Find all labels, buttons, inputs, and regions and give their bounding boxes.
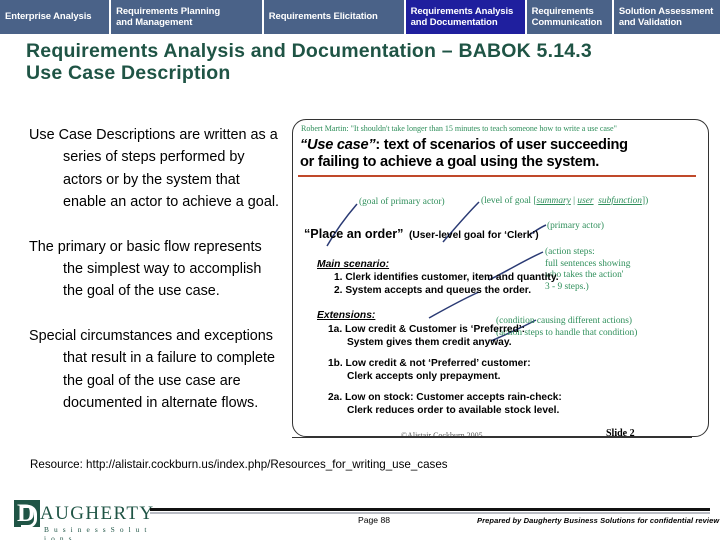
logo-wordmark: AUGHERTY	[40, 503, 155, 524]
annotation-level-prefix: (level of goal [	[481, 196, 537, 206]
main-scenario-label: Main scenario:	[317, 259, 390, 270]
resource-link[interactable]: Resource: http://alistair.cockburn.us/in…	[30, 458, 448, 471]
annotation-goal-of-primary-actor: (goal of primary actor)	[359, 197, 445, 207]
diagram-headline-line2: or failing to achieve a goal using the s…	[300, 154, 600, 170]
nav-tab-requirements-planning-and-management[interactable]: Requirements Planning and Management	[111, 0, 262, 34]
nav-tab-label: Requirements Analysis	[410, 5, 514, 17]
body-paragraph-2: The primary or basic flow represents the…	[29, 238, 262, 300]
extension-1a-substep: System gives them credit anyway.	[347, 337, 512, 348]
logo-tagline: B u s i n e s s S o l u t i o n s	[44, 525, 149, 540]
annotation-level-subfunction: subfunction	[598, 196, 642, 206]
footer-rule-dark	[150, 508, 710, 511]
extensions-label: Extensions:	[317, 310, 376, 321]
usecase-name: “Place an order”	[304, 227, 404, 241]
extension-2a: 2a. Low on stock: Customer accepts rain-…	[328, 392, 562, 403]
page-number: Page 88	[358, 515, 391, 525]
nav-tab-label-2: and Validation	[618, 17, 682, 28]
slide-title-line1: Requirements Analysis and Documentation …	[26, 40, 592, 62]
diagram-underline-rule	[298, 175, 696, 178]
nav-tab-requirements-analysis-and-documentation[interactable]: Requirements Analysis and Documentation	[405, 0, 525, 34]
use-case-template-diagram: Robert Martin: "It shouldn't take longer…	[292, 119, 709, 437]
nav-tab-label: Requirements Planning	[116, 5, 221, 17]
nav-tab-label: Solution Assessment	[618, 5, 714, 17]
slide-canvas: Enterprise Analysis Requirements Plannin…	[0, 0, 720, 540]
daugherty-logo: D AUGHERTY B u s i n e s s S o l u t i o…	[14, 500, 153, 540]
annotation-level-summary: summary	[536, 196, 571, 206]
annotation-action-steps-line4: 3 - 9 steps.)	[545, 281, 589, 292]
body-paragraph-1: Use Case Descriptions are written as a s…	[29, 127, 280, 211]
logo-letter: D	[17, 500, 36, 527]
annotation-level-of-goal: (level of goal [summary | user subfuncti…	[481, 196, 648, 208]
nav-tab-label: Enterprise Analysis	[5, 11, 92, 23]
extension-1a: 1a. Low credit & Customer is ‘Preferred’…	[328, 324, 526, 335]
slide-title: Requirements Analysis and Documentation …	[26, 40, 706, 84]
nav-tab-label: Requirements Elicitation	[268, 11, 378, 23]
extension-2a-substep: Clerk reduces order to available stock l…	[347, 405, 560, 416]
slide-title-line2: Use Case Description	[26, 62, 231, 84]
annotation-action-steps-line2: full sentences showing	[545, 258, 631, 269]
annotation-action-steps: (action steps: full sentences showing wh…	[545, 247, 630, 293]
nav-tab-enterprise-analysis[interactable]: Enterprise Analysis	[0, 0, 110, 34]
extension-1b: 1b. Low credit & not ‘Preferred’ custome…	[328, 358, 531, 369]
nav-tab-label-2: and Documentation	[410, 17, 498, 28]
knowledge-area-navbar: Enterprise Analysis Requirements Plannin…	[0, 0, 720, 34]
annotation-action-steps-line1: (action steps:	[545, 247, 595, 257]
extension-1b-substep: Clerk accepts only prepayment.	[347, 371, 501, 382]
nav-tab-label-2: Communication	[531, 17, 603, 28]
nav-tab-solution-assessment-and-validation[interactable]: Solution Assessment and Validation	[613, 0, 720, 34]
nav-tab-label: Requirements	[531, 5, 594, 17]
usecase-goal-level: (User-level goal for ‘Clerk’)	[409, 230, 539, 241]
diagram-headline-rest: : text of scenarios of user succeeding	[375, 137, 628, 153]
footer-rule-light	[150, 512, 710, 514]
annotation-level-suffix: ])	[642, 196, 649, 206]
diagram-headline-emphasis: “Use case”	[300, 137, 376, 153]
main-scenario-step-2: 2. System accepts and queues the order.	[334, 285, 532, 296]
body-paragraph-3: Special circumstances and exceptions tha…	[29, 327, 275, 412]
nav-tab-label-2: and Management	[116, 17, 193, 28]
confidentiality-notice: Prepared by Daugherty Business Solutions…	[477, 516, 720, 525]
diagram-footer-rule	[292, 437, 692, 439]
annotation-level-user: user	[577, 196, 594, 206]
slide-body-text: Use Case Descriptions are written as a s…	[29, 124, 284, 414]
diagram-quote: Robert Martin: "It shouldn't take longer…	[301, 124, 617, 133]
main-scenario-step-1: 1. Clerk identifies customer, item and q…	[334, 272, 559, 283]
diagram-slide-label: Slide 2	[606, 428, 635, 437]
nav-tab-requirements-communication[interactable]: Requirements Communication	[526, 0, 612, 34]
annotation-primary-actor: (primary actor)	[547, 221, 605, 231]
nav-tab-requirements-elicitation[interactable]: Requirements Elicitation	[263, 0, 404, 34]
diagram-headline: “Use case”: text of scenarios of user su…	[300, 137, 700, 171]
